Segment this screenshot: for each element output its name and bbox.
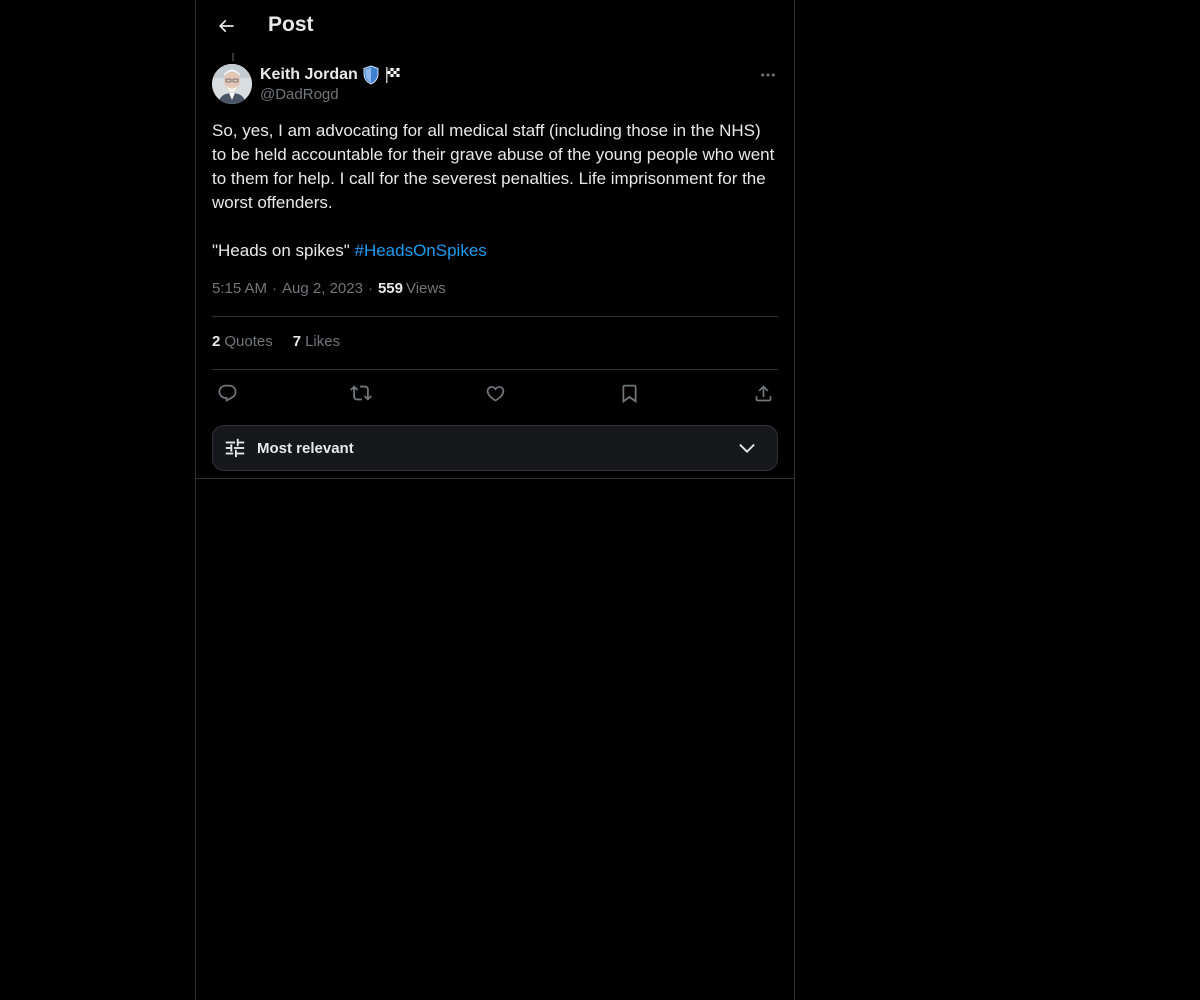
quotes-count: 2	[212, 333, 221, 350]
post-time[interactable]: 5:15 AM	[212, 280, 267, 297]
shield-icon	[362, 65, 380, 85]
author-handle[interactable]: @DadRogd	[260, 86, 339, 103]
likes-stat[interactable]: 7 Likes	[293, 333, 340, 350]
reply-sort-dropdown[interactable]: Most relevant	[212, 425, 778, 471]
likes-count: 7	[292, 333, 302, 350]
divider	[212, 369, 778, 370]
avatar[interactable]	[212, 64, 252, 104]
share-button[interactable]	[748, 378, 778, 408]
more-horizontal-icon	[761, 73, 775, 77]
sliders-icon	[223, 436, 247, 460]
repost-button[interactable]	[346, 378, 376, 408]
like-button[interactable]	[480, 378, 510, 408]
back-button[interactable]	[208, 8, 244, 44]
page-header: Post	[196, 0, 794, 53]
action-bar	[212, 378, 778, 408]
bookmark-button[interactable]	[614, 378, 644, 408]
thread-connector-line	[232, 53, 234, 61]
post-metadata: 5:15 AM · Aug 2, 2023 · 559 Views	[212, 280, 446, 297]
post-stats: 2 Quotes 7 Likes	[212, 333, 340, 350]
post-body: So, yes, I am advocating for all medical…	[212, 121, 775, 260]
quotes-label: Quotes	[224, 333, 273, 350]
author-name-row[interactable]: Keith Jordan	[260, 64, 402, 86]
meta-separator: ·	[367, 280, 373, 297]
meta-separator: ·	[272, 280, 278, 297]
views-count: 559	[377, 280, 403, 297]
like-icon	[486, 385, 504, 402]
avatar-image	[212, 64, 252, 104]
reply-button[interactable]	[212, 378, 242, 408]
quotes-stat[interactable]: 2 Quotes	[212, 333, 273, 350]
divider	[212, 316, 778, 317]
sort-label: Most relevant	[257, 439, 354, 457]
post-text: So, yes, I am advocating for all medical…	[212, 119, 778, 263]
author-display-name[interactable]: Keith Jordan	[260, 66, 358, 84]
likes-label: Likes	[305, 333, 341, 350]
reply-icon	[218, 384, 236, 402]
arrow-left-icon	[218, 19, 234, 33]
section-divider	[196, 478, 794, 479]
more-options-button[interactable]	[752, 64, 784, 86]
views-label: Views	[405, 280, 446, 297]
hashtag-link[interactable]: #HeadsOnSpikes	[354, 241, 486, 260]
share-icon	[755, 384, 771, 401]
checkered-flag-icon	[384, 66, 402, 84]
chevron-down-icon	[735, 436, 759, 460]
primary-column: Post Keith Jordan @DadRogd So, yes, I am…	[195, 0, 795, 1000]
post-date[interactable]: Aug 2, 2023	[282, 280, 363, 297]
repost-icon	[350, 385, 372, 401]
page-title: Post	[268, 13, 314, 36]
bookmark-icon	[622, 384, 636, 403]
